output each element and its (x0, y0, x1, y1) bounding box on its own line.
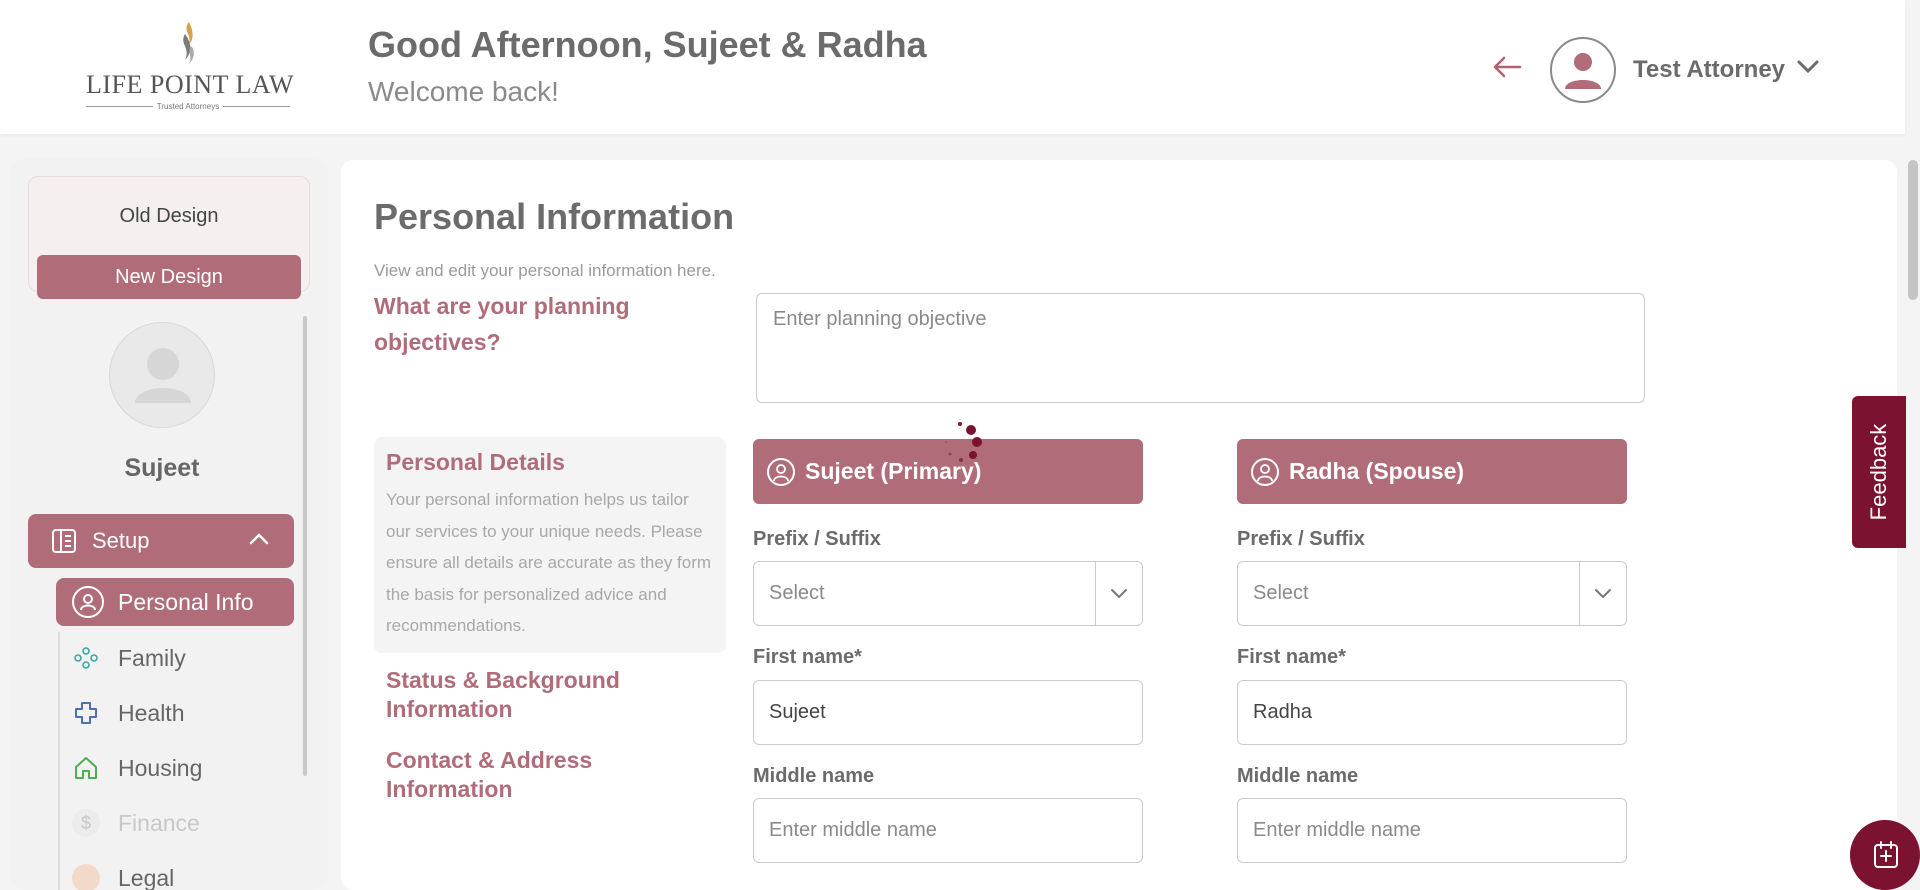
back-arrow-icon[interactable] (1490, 52, 1526, 82)
page-subtitle: View and edit your personal information … (374, 261, 716, 280)
main-content: Personal Information View and edit your … (341, 160, 1897, 890)
setup-label: Setup (92, 528, 150, 553)
design-toggle: Old Design New Design (28, 176, 310, 299)
user-avatar[interactable] (1550, 37, 1616, 103)
sidebar-scrollbar[interactable] (303, 316, 307, 776)
personal-details-text: Your personal information helps us tailo… (386, 490, 712, 635)
select-divider (1095, 562, 1096, 625)
chevron-down-icon[interactable] (1796, 58, 1820, 79)
first-name-label: First name* (753, 646, 862, 668)
top-header: LIFE POINT LAW Trusted Attorneys Good Af… (0, 0, 1905, 134)
feedback-button[interactable]: Feedback (1852, 396, 1906, 548)
sidebar-item-label: Legal (118, 865, 175, 890)
chevron-up-icon (248, 532, 270, 551)
primary-middle-name-input[interactable] (753, 798, 1143, 863)
client-avatar[interactable] (109, 322, 215, 428)
book-icon (50, 527, 78, 560)
prefix-suffix-label: Prefix / Suffix (753, 528, 881, 550)
user-silhouette-icon (135, 348, 191, 403)
family-icon (72, 644, 100, 672)
middle-name-label: Middle name (1237, 765, 1359, 787)
sidebar-item-family[interactable]: Family (56, 634, 294, 682)
objective-question: What are your planning objectives? (374, 293, 630, 355)
page-title: Personal Information (374, 196, 735, 237)
house-icon (72, 754, 100, 782)
page-scrollbar[interactable] (1908, 160, 1918, 300)
legal-icon (72, 864, 100, 890)
primary-prefix-select[interactable]: Select (753, 561, 1143, 626)
first-name-label: First name* (1237, 646, 1346, 668)
sidebar-item-setup[interactable]: Setup (28, 514, 294, 568)
primary-first-name-input[interactable] (753, 680, 1143, 745)
middle-name-label: Middle name (753, 765, 875, 787)
greeting-title: Good Afternoon, Sujeet & Radha (368, 24, 927, 65)
client-name: Sujeet (124, 454, 200, 482)
logo-tagline: Trusted Attorneys (86, 102, 290, 111)
user-circle-icon (767, 458, 795, 486)
feedback-label: Feedback (1866, 423, 1891, 521)
sidebar-item-finance[interactable]: $ Finance (56, 799, 294, 847)
spouse-name-label: Radha (Spouse) (1289, 458, 1465, 484)
select-divider (1579, 562, 1580, 625)
personal-details-card[interactable]: Personal Details Your personal informati… (374, 437, 726, 653)
user-circle-icon (1251, 458, 1279, 486)
sidebar-item-health[interactable]: Health (56, 689, 294, 737)
sidebar-item-legal[interactable]: Legal (56, 854, 294, 890)
user-silhouette-icon (1565, 53, 1601, 89)
sidebar-item-label: Health (118, 700, 185, 726)
health-cross-icon (72, 699, 100, 727)
logo-text: LIFE POINT LAW (86, 70, 295, 99)
flame-logo-icon (183, 22, 194, 64)
user-circle-icon (72, 586, 104, 618)
sidebar-item-housing[interactable]: Housing (56, 744, 294, 792)
greeting-subtitle: Welcome back! (368, 76, 559, 107)
spouse-column-header: Radha (Spouse) (1237, 439, 1627, 504)
sidebar-item-label: Personal Info (118, 589, 254, 615)
sidebar-item-label: Housing (118, 755, 203, 781)
sidebar: Old Design New Design Sujeet Setup Perso… (10, 158, 328, 890)
old-design-button[interactable]: Old Design (29, 205, 309, 228)
select-value: Select (769, 582, 825, 604)
select-value: Select (1253, 582, 1309, 604)
dollar-icon: $ (72, 809, 100, 837)
new-design-button[interactable]: New Design (37, 255, 301, 299)
loading-spinner-icon (940, 418, 990, 468)
chevron-down-icon (1592, 586, 1614, 605)
spouse-first-name-input[interactable] (1237, 680, 1627, 745)
user-name[interactable]: Test Attorney (1633, 56, 1785, 84)
chevron-down-icon (1108, 586, 1130, 605)
section-contact-address[interactable]: Contact & Address Information (386, 746, 706, 804)
add-note-button[interactable] (1850, 820, 1920, 890)
prefix-suffix-label: Prefix / Suffix (1237, 528, 1365, 550)
section-status-background[interactable]: Status & Background Information (386, 666, 706, 724)
objective-input[interactable] (756, 293, 1645, 403)
sidebar-item-personal-info[interactable]: Personal Info (56, 578, 294, 626)
spouse-middle-name-input[interactable] (1237, 798, 1627, 863)
spouse-prefix-select[interactable]: Select (1237, 561, 1627, 626)
calendar-plus-icon (1874, 841, 1898, 868)
sidebar-item-label: Finance (118, 810, 200, 836)
personal-details-title: Personal Details (386, 449, 565, 475)
company-logo[interactable]: LIFE POINT LAW Trusted Attorneys (86, 20, 295, 111)
sidebar-item-label: Family (118, 645, 186, 671)
